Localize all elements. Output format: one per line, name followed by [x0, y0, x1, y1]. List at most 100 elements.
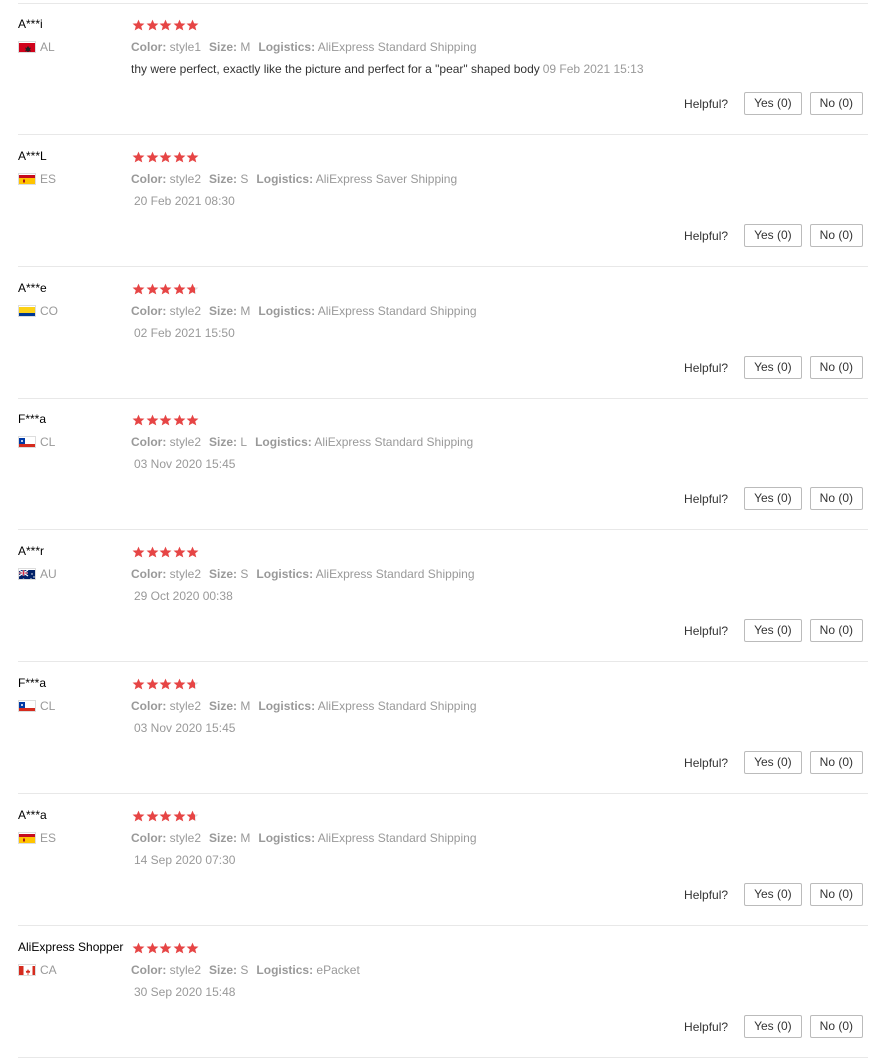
helpful-vote: Helpful? Yes (0) No (0): [684, 487, 863, 510]
helpful-yes-button[interactable]: Yes (0): [744, 487, 802, 510]
logistics-info: Logistics: AliExpress Standard Shipping: [256, 567, 474, 581]
helpful-label: Helpful?: [684, 887, 729, 902]
review-date: 09 Feb 2021 15:13: [542, 62, 644, 76]
star-icon: [146, 151, 159, 163]
order-info: Color: style2 Size: M Logistics: AliExpres…: [131, 831, 485, 845]
helpful-no-button[interactable]: No (0): [809, 1015, 863, 1038]
color-info: Color: style2: [131, 567, 201, 581]
country-code: CL: [40, 699, 56, 713]
country-code: CA: [40, 963, 57, 977]
helpful-yes-button[interactable]: Yes (0): [744, 356, 802, 379]
country-code: CO: [40, 304, 58, 318]
star-rating: [132, 810, 200, 822]
logistics-info: Logistics: ePacket: [256, 963, 359, 977]
star-rating: [132, 151, 200, 163]
helpful-no-button[interactable]: No (0): [809, 619, 863, 642]
color-info: Color: style2: [131, 304, 201, 318]
color-info: Color: style2: [131, 172, 201, 186]
reviewer-name: A***e: [18, 281, 47, 295]
star-icon: [173, 810, 186, 822]
color-info-label: Color:: [131, 567, 167, 581]
star-icon: [132, 151, 145, 163]
helpful-no-button[interactable]: No (0): [809, 487, 863, 510]
country-code: ES: [40, 831, 57, 845]
reviewer-country: CL: [18, 699, 55, 713]
size-info-label: Size:: [209, 40, 238, 54]
logistics-info-value: AliExpress Standard Shipping: [314, 435, 474, 449]
review-item: A***r AU Color: style2 Size: S Logistics: Al…: [18, 531, 868, 662]
canada-flag-icon: [18, 964, 36, 976]
helpful-yes-button[interactable]: Yes (0): [744, 224, 802, 247]
helpful-no-button[interactable]: No (0): [809, 356, 863, 379]
color-info: Color: style2: [131, 831, 201, 845]
helpful-yes-button[interactable]: Yes (0): [744, 92, 802, 115]
review-content: thy were perfect, exactly like the pictu…: [131, 62, 644, 76]
logistics-info-label: Logistics:: [256, 172, 314, 186]
logistics-info-label: Logistics:: [258, 831, 316, 845]
review-item: A***a ES Color: style2 Size: M Logistics: Al…: [18, 795, 868, 926]
star-rating: [132, 678, 200, 690]
albania-flag-icon: [18, 41, 36, 53]
country-code: CL: [40, 435, 56, 449]
helpful-no-button[interactable]: No (0): [809, 883, 863, 906]
logistics-info-value: AliExpress Standard Shipping: [317, 699, 477, 713]
size-info-label: Size:: [209, 699, 238, 713]
review-date: 14 Sep 2020 07:30: [134, 853, 236, 867]
helpful-no-button[interactable]: No (0): [809, 751, 863, 774]
helpful-no-button[interactable]: No (0): [809, 92, 863, 115]
star-icon: [146, 942, 159, 954]
star-icon: [186, 414, 199, 426]
country-code: AL: [40, 40, 55, 54]
review-item: A***L ES Color: style2 Size: S Logistics: Al…: [18, 136, 868, 267]
star-icon: [146, 546, 159, 558]
order-info: Color: style2 Size: S Logistics: ePacket: [131, 963, 368, 977]
size-info-value: S: [240, 963, 249, 977]
size-info-value: S: [240, 567, 249, 581]
logistics-info: Logistics: AliExpress Standard Shipping: [258, 304, 476, 318]
logistics-info-value: AliExpress Standard Shipping: [315, 567, 475, 581]
size-info-value: M: [240, 40, 251, 54]
helpful-yes-button[interactable]: Yes (0): [744, 883, 802, 906]
review-item: AliExpress Shopper CA Color: style2 Size: S…: [18, 927, 868, 1058]
star-icon: [146, 414, 159, 426]
star-icon: [159, 942, 172, 954]
reviewer-country: AU: [18, 567, 57, 581]
helpful-yes-button[interactable]: Yes (0): [744, 751, 802, 774]
helpful-yes-button[interactable]: Yes (0): [744, 1015, 802, 1038]
color-info-label: Color:: [131, 963, 167, 977]
order-info: Color: style2 Size: L Logistics: AliExpres…: [131, 435, 481, 449]
helpful-yes-button[interactable]: Yes (0): [744, 619, 802, 642]
size-info: Size: M: [209, 831, 250, 845]
order-info: Color: style2 Size: S Logistics: AliExpres…: [131, 567, 483, 581]
size-info: Size: M: [209, 699, 250, 713]
star-icon: [173, 151, 186, 163]
size-info-label: Size:: [209, 831, 238, 845]
logistics-info: Logistics: AliExpress Saver Shipping: [256, 172, 457, 186]
star-icon: [186, 151, 199, 163]
helpful-vote: Helpful? Yes (0) No (0): [684, 92, 863, 115]
chile-flag-icon: [18, 436, 36, 448]
star-icon: [132, 546, 145, 558]
star-icon: [132, 810, 145, 822]
color-info-label: Color:: [131, 40, 167, 54]
star-icon: [159, 678, 172, 690]
reviewer-name: A***L: [18, 149, 47, 163]
logistics-info-label: Logistics:: [258, 304, 316, 318]
review-item: A***i AL Color: style1 Size: M Logistics: Al…: [18, 4, 868, 135]
logistics-info-label: Logistics:: [255, 435, 312, 449]
helpful-no-button[interactable]: No (0): [809, 224, 863, 247]
color-info-label: Color:: [131, 435, 167, 449]
helpful-label: Helpful?: [684, 1019, 729, 1034]
star-icon: [186, 678, 199, 690]
logistics-info-value: AliExpress Standard Shipping: [317, 831, 477, 845]
star-icon: [173, 283, 186, 295]
reviewer-name: AliExpress Shopper: [18, 940, 124, 954]
review-date: 03 Nov 2020 15:45: [134, 457, 236, 471]
helpful-vote: Helpful? Yes (0) No (0): [684, 619, 863, 642]
order-info: Color: style2 Size: M Logistics: AliExpres…: [131, 699, 485, 713]
star-icon: [159, 810, 172, 822]
star-icon: [186, 546, 199, 558]
color-info-value: style2: [169, 831, 202, 845]
size-info: Size: M: [209, 304, 250, 318]
star-icon: [159, 19, 172, 31]
